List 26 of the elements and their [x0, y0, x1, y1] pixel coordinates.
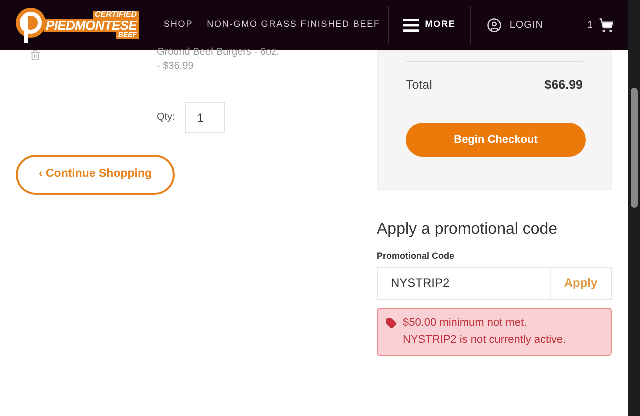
promo-label: Promotional Code: [377, 250, 456, 263]
error-message: NYSTRIP2 is not currently active.: [403, 332, 566, 348]
user-icon: [486, 18, 502, 32]
cart-button[interactable]: 1: [559, 18, 628, 32]
logo-icon: [14, 5, 48, 45]
promo-field[interactable]: NYSTRIP2 Apply: [377, 266, 612, 300]
total-amount: $66.99: [544, 77, 583, 94]
scrollbar-thumb[interactable]: [630, 88, 638, 208]
login-button[interactable]: LOGIN: [470, 18, 560, 32]
nav-link[interactable]: SHOP: [164, 18, 194, 32]
total-label: Total: [406, 77, 432, 94]
cart-icon: [599, 18, 614, 32]
tag-icon: [386, 318, 397, 328]
logo-text: PIEDMONTESE: [44, 19, 140, 32]
menu-icon: [403, 18, 420, 32]
item-price: - $36.99: [157, 60, 195, 74]
logo-top-text: CERTIFIED: [92, 11, 140, 19]
qty-label: Qty:: [157, 111, 176, 125]
scrollbar[interactable]: [628, 0, 640, 416]
promo-code-value: NYSTRIP2: [390, 275, 451, 292]
nav-link[interactable]: NON-GMO GRASS FINISHED BEEF: [207, 18, 380, 32]
qty-field[interactable]: 1: [185, 102, 226, 133]
more-button[interactable]: MORE: [389, 18, 470, 32]
item-name: Ground Beef Burgers - 6oz.: [157, 46, 280, 60]
promo-heading: Apply a promotional code: [377, 220, 559, 240]
error-message: $50.00 minimum not met.: [403, 316, 528, 330]
